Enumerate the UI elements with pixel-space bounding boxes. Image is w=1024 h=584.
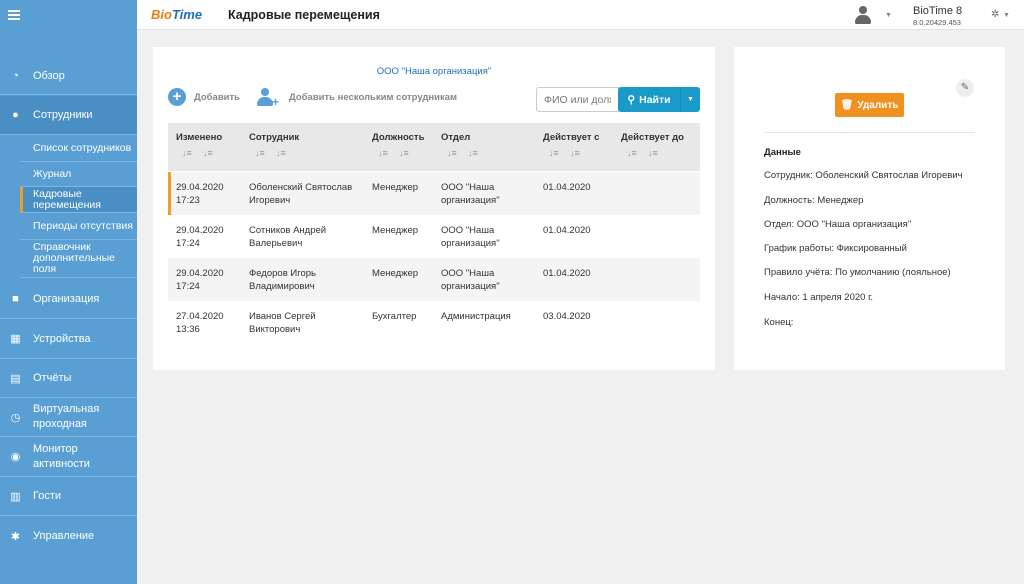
column-header-changed[interactable]: Изменено bbox=[176, 132, 222, 143]
sidebar-toggle[interactable] bbox=[0, 0, 137, 30]
chevron-down-icon[interactable]: ▼ bbox=[1003, 12, 1010, 19]
sidebar-item-activity-monitor[interactable]: ◉ Монитор активности bbox=[0, 437, 137, 477]
search-button[interactable]: ⚲ Найти bbox=[618, 87, 680, 112]
clock-icon: ◷ bbox=[10, 411, 21, 424]
briefcase-icon: ■ bbox=[12, 292, 19, 305]
detail-position: Должность: Менеджер bbox=[764, 195, 864, 206]
detail-start: Начало: 1 апреля 2020 г. bbox=[764, 292, 874, 303]
sort-desc-icon[interactable]: ↓≡ bbox=[468, 148, 478, 158]
sort-asc-icon[interactable]: ↓≡ bbox=[182, 148, 192, 158]
user-icon: ● bbox=[12, 109, 19, 121]
trash-icon: 🗑 bbox=[840, 99, 854, 111]
sort-asc-icon[interactable]: ↓≡ bbox=[627, 148, 637, 158]
detail-rule: Правило учёта: По умолчанию (лояльное) bbox=[764, 267, 951, 278]
gauge-icon: ◔ bbox=[12, 69, 19, 82]
sidebar-item-reports[interactable]: ▤ Отчёты bbox=[0, 359, 137, 398]
menu-icon bbox=[8, 10, 20, 20]
divider bbox=[764, 132, 975, 133]
user-circle-icon: ◉ bbox=[10, 451, 21, 463]
page-title: Кадровые перемещения bbox=[228, 8, 380, 22]
sidebar-subitem-absences[interactable]: Периоды отсутствия bbox=[20, 213, 137, 240]
table-row[interactable]: 29.04.2020 17:24 Федоров Игорь Владимирови… bbox=[168, 258, 700, 301]
sort-desc-icon[interactable]: ↓≡ bbox=[203, 148, 213, 158]
search-icon: ⚲ bbox=[627, 93, 636, 106]
column-header-valid-to[interactable]: Действует до bbox=[621, 132, 684, 143]
sort-asc-icon[interactable]: ↓≡ bbox=[255, 148, 265, 158]
top-bar: BioTime Кадровые перемещения ▼ BioTime 8… bbox=[137, 0, 1024, 30]
table-row[interactable]: 29.04.2020 17:24 Сотников Андрей Валерьеви… bbox=[168, 215, 700, 258]
column-header-department[interactable]: Отдел bbox=[441, 132, 470, 143]
settings-gear-icon[interactable]: ✲ bbox=[991, 9, 999, 20]
chevron-down-icon[interactable]: ▼ bbox=[885, 12, 892, 19]
sidebar-item-virtual-checkpoint[interactable]: ◷ Виртуальная проходная bbox=[0, 398, 137, 437]
table-header: Изменено Сотрудник Должность Отдел Дейст… bbox=[168, 123, 700, 171]
sort-desc-icon[interactable]: ↓≡ bbox=[276, 148, 286, 158]
sort-asc-icon[interactable]: ↓≡ bbox=[549, 148, 559, 158]
details-section-title: Данные bbox=[764, 147, 801, 158]
sort-asc-icon[interactable]: ↓≡ bbox=[447, 148, 457, 158]
sidebar-item-management[interactable]: ✱ Управление bbox=[0, 516, 137, 556]
sort-desc-icon[interactable]: ↓≡ bbox=[648, 148, 658, 158]
app-name: BioTime 8 bbox=[913, 5, 963, 17]
gear-icon: ✱ bbox=[10, 530, 21, 543]
search-input[interactable] bbox=[536, 87, 619, 112]
detail-schedule: График работы: Фиксированный bbox=[764, 243, 907, 254]
sidebar-item-organization[interactable]: ■ Организация bbox=[0, 279, 137, 319]
detail-department: Отдел: ООО "Наша организация" bbox=[764, 219, 912, 230]
sidebar-item-guests[interactable]: ▥ Гости bbox=[0, 477, 137, 516]
chevron-down-icon: ▼ bbox=[687, 96, 694, 103]
sidebar-item-overview[interactable]: ◔ Обзор bbox=[0, 57, 137, 95]
pencil-icon[interactable]: ✎ bbox=[956, 79, 974, 97]
sidebar-item-employees[interactable]: ● Сотрудники bbox=[0, 96, 137, 135]
document-icon: ▤ bbox=[10, 372, 21, 385]
detail-employee: Сотрудник: Оболенский Святослав Игоревич bbox=[764, 170, 963, 181]
user-avatar-icon[interactable] bbox=[855, 6, 871, 24]
sidebar-subitem-journal[interactable]: Журнал bbox=[20, 162, 137, 187]
table-row[interactable]: 27.04.2020 13:36 Иванов Сергей Викторович … bbox=[168, 301, 700, 344]
app-version: 8.0.20429.453 bbox=[913, 18, 961, 27]
sort-asc-icon[interactable]: ↓≡ bbox=[378, 148, 388, 158]
sort-desc-icon[interactable]: ↓≡ bbox=[399, 148, 409, 158]
calendar-icon: ▦ bbox=[10, 333, 21, 345]
user-plus-icon: + bbox=[257, 88, 281, 109]
sidebar-subitem-employee-list[interactable]: Список сотрудников bbox=[20, 135, 137, 162]
sidebar-item-devices[interactable]: ▦ Устройства bbox=[0, 319, 137, 359]
plus-circle-icon: + bbox=[168, 88, 186, 106]
search-options-dropdown[interactable]: ▼ bbox=[680, 87, 700, 112]
organization-link[interactable]: ООО "Наша организация" bbox=[153, 66, 715, 77]
details-panel: ✎ 🗑 Удалить Данные Сотрудник: Оболенский… bbox=[734, 47, 1005, 370]
table-row[interactable]: 29.04.2020 17:23 Оболенский Святослав Игор… bbox=[168, 172, 700, 215]
sort-desc-icon[interactable]: ↓≡ bbox=[570, 148, 580, 158]
biotime-logo[interactable]: BioTime bbox=[151, 7, 202, 22]
add-multiple-button[interactable]: + Добавить нескольким сотрудникам bbox=[257, 88, 457, 109]
detail-end: Конец: bbox=[764, 317, 794, 328]
column-header-employee[interactable]: Сотрудник bbox=[249, 132, 299, 143]
sidebar: ◔ Обзор ● Сотрудники Список сотрудников … bbox=[0, 0, 137, 584]
sidebar-subitem-extra-fields[interactable]: Справочник дополнительные поля bbox=[20, 240, 137, 278]
delete-button[interactable]: 🗑 Удалить bbox=[835, 93, 904, 117]
transfers-panel: ООО "Наша организация" + Добавить + Доба… bbox=[153, 47, 715, 370]
column-header-position[interactable]: Должность bbox=[372, 132, 424, 143]
add-button[interactable]: + Добавить bbox=[168, 88, 240, 106]
building-icon: ▥ bbox=[10, 490, 21, 503]
sidebar-subitem-transfers[interactable]: Кадровые перемещения bbox=[20, 187, 137, 213]
column-header-valid-from[interactable]: Действует с bbox=[543, 132, 599, 143]
